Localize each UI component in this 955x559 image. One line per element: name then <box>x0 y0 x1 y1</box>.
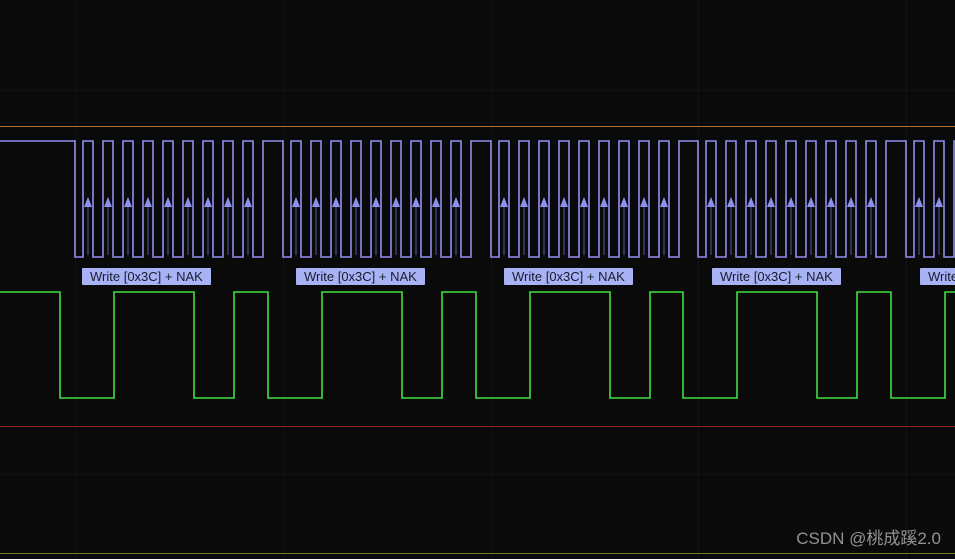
marker-line-red <box>0 426 955 427</box>
marker-line-orange <box>0 126 955 127</box>
decode-label: Write [0x3C] + NAK <box>296 268 425 285</box>
decode-label: Write [0x3C] + NAK <box>920 268 955 285</box>
waveform-scl <box>0 140 955 267</box>
waveform-sda <box>0 291 955 408</box>
decode-label: Write [0x3C] + NAK <box>82 268 211 285</box>
marker-line-yellow <box>0 553 955 554</box>
decode-label: Write [0x3C] + NAK <box>504 268 633 285</box>
watermark: CSDN @桃成蹊2.0 <box>796 524 941 549</box>
logic-analyzer-viewport[interactable]: Write [0x3C] + NAK Write [0x3C] + NAK Writ… <box>0 0 955 559</box>
decode-label: Write [0x3C] + NAK <box>712 268 841 285</box>
